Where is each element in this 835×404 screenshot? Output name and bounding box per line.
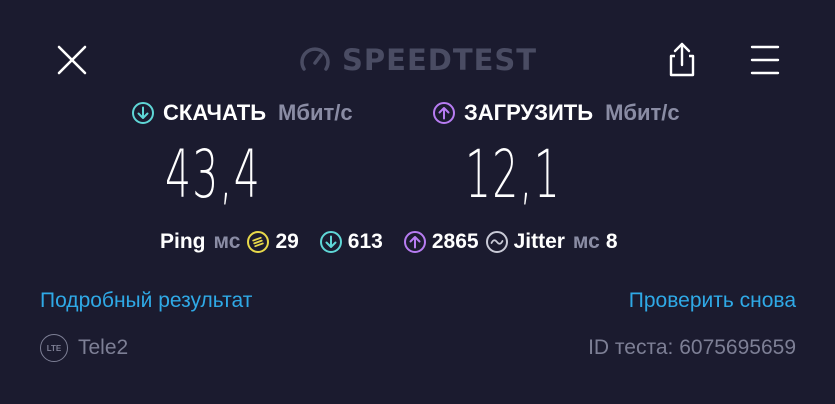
share-button[interactable] bbox=[662, 40, 702, 80]
close-icon bbox=[57, 45, 87, 75]
speedometer-icon bbox=[300, 47, 330, 71]
speedtest-logo: SPEEDTEST bbox=[298, 42, 537, 78]
ping-idle-value: 29 bbox=[275, 230, 299, 253]
provider-info: LTE Tele2 bbox=[40, 334, 128, 362]
ping-download-value: 613 bbox=[347, 230, 383, 253]
upload-label: ЗАГРУЗИТЬ bbox=[464, 100, 594, 125]
share-icon bbox=[669, 42, 695, 77]
download-label: СКАЧАТЬ bbox=[163, 100, 267, 125]
jitter-icon bbox=[485, 231, 508, 253]
download-arrow-icon bbox=[132, 102, 154, 124]
retest-button[interactable]: Проверить снова bbox=[629, 289, 796, 313]
upload-arrow-icon bbox=[433, 102, 455, 124]
download-latency-icon bbox=[319, 231, 342, 253]
download-unit: Мбит/с bbox=[278, 100, 353, 125]
jitter-value: 8 bbox=[605, 230, 618, 253]
test-id: ID теста: 6075695659 bbox=[588, 336, 796, 359]
upload-unit: Мбит/с bbox=[605, 100, 680, 125]
lte-network-icon: LTE bbox=[40, 334, 68, 362]
idle-latency-icon bbox=[247, 231, 270, 253]
speedtest-result-screen: SPEEDTEST СКАЧАТЬ Мбит/с 43,4 ЗАГРУЗИТЬ … bbox=[0, 0, 835, 404]
menu-icon bbox=[750, 45, 780, 75]
ping-label: Ping bbox=[160, 230, 206, 253]
provider-name: Tele2 bbox=[78, 336, 129, 359]
ping-unit: мс bbox=[213, 230, 241, 253]
ping-upload-value: 2865 bbox=[431, 230, 479, 253]
close-button[interactable] bbox=[52, 40, 92, 80]
download-speed-value: 43,4 bbox=[165, 136, 262, 213]
upload-speed-value: 12,1 bbox=[465, 136, 562, 213]
upload-latency-icon bbox=[403, 231, 426, 253]
download-header: СКАЧАТЬ Мбит/с bbox=[131, 100, 353, 126]
jitter-unit: мс bbox=[572, 230, 600, 253]
latency-stats: Ping мс 29 613 2865 Jitter мс 8 bbox=[160, 230, 618, 254]
jitter-label: Jitter bbox=[513, 230, 565, 253]
detailed-result-link[interactable]: Подробный результат bbox=[40, 289, 252, 313]
logo-text: SPEEDTEST bbox=[342, 43, 538, 77]
upload-header: ЗАГРУЗИТЬ Мбит/с bbox=[432, 100, 680, 126]
menu-button[interactable] bbox=[745, 40, 785, 80]
